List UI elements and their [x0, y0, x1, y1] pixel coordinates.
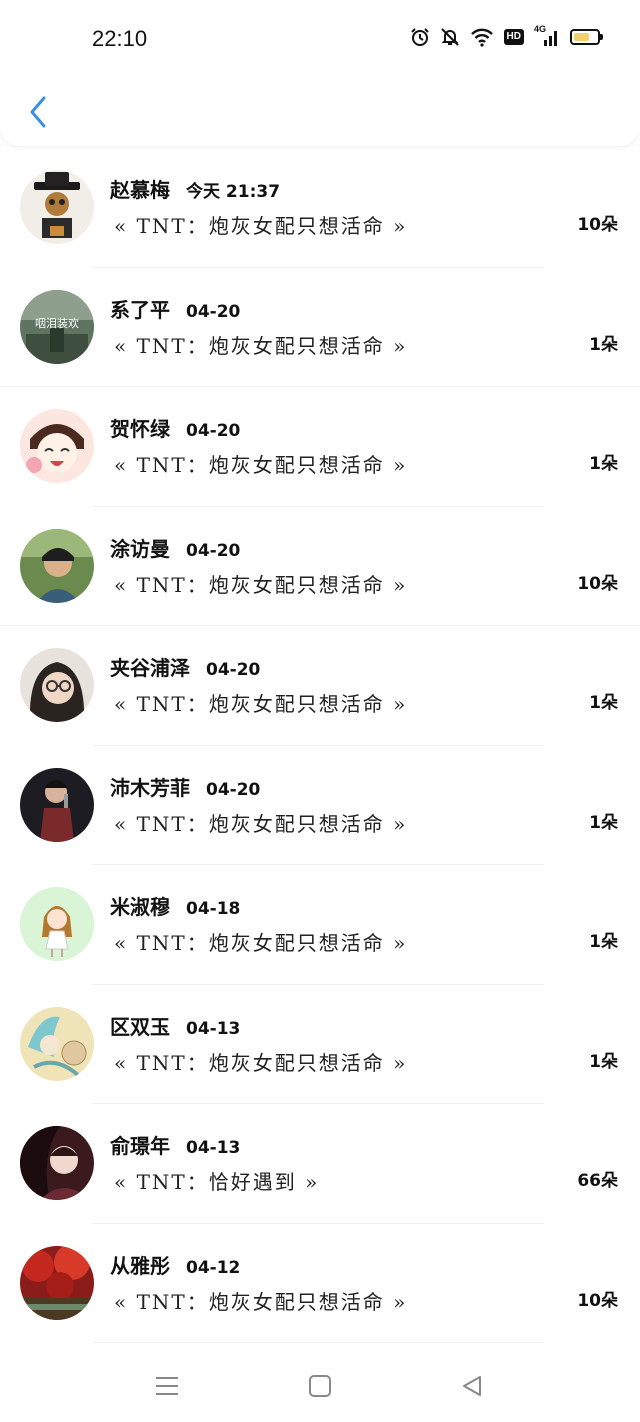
list-item[interactable]: 夹谷浦泽 04-20 « TNT：炮灰女配只想活命 » 1朵	[0, 626, 640, 746]
sender-name: 夹谷浦泽	[110, 656, 190, 680]
list-item[interactable]: 米淑穆 04-18 « TNT：炮灰女配只想活命 » 1朵	[0, 865, 640, 985]
sender-name: 米淑穆	[110, 895, 170, 919]
book-title: « TNT：炮灰女配只想活命 »	[114, 1050, 408, 1075]
gift-record-list: 赵慕梅 今天 21:37 « TNT：炮灰女配只想活命 » 10朵 咽泪装欢 系了…	[0, 148, 640, 1343]
list-item[interactable]: 沛木芳菲 04-20 « TNT：炮灰女配只想活命 » 1朵	[0, 746, 640, 866]
sender-name: 赵慕梅	[110, 178, 170, 202]
avatar[interactable]	[20, 409, 94, 483]
list-item[interactable]: 涂访曼 04-20 « TNT：炮灰女配只想活命 » 10朵	[0, 507, 640, 627]
avatar-text: 咽泪装欢	[35, 316, 79, 330]
gift-count: 10朵	[577, 1290, 618, 1311]
gift-count: 1朵	[589, 932, 618, 952]
list-item[interactable]: 从雅彤 04-12 « TNT：炮灰女配只想活命 » 10朵	[0, 1224, 640, 1344]
system-nav-bar	[0, 1350, 640, 1422]
list-item[interactable]: 贺怀绿 04-20 « TNT：炮灰女配只想活命 » 1朵	[0, 387, 640, 507]
sender-line: 系了平 04-20	[110, 294, 240, 323]
sender-name: 沛木芳菲	[110, 775, 190, 800]
avatar[interactable]	[20, 767, 94, 842]
sender-name: 系了平	[110, 297, 170, 322]
book-title: « TNT：炮灰女配只想活命 »	[114, 333, 408, 358]
avatar[interactable]	[20, 887, 94, 961]
book-title: « TNT：炮灰女配只想活命 »	[114, 572, 408, 597]
gift-count: 1朵	[589, 812, 618, 833]
book-title: « TNT：炮灰女配只想活命 »	[114, 453, 408, 477]
gift-count: 10朵	[577, 215, 618, 235]
gift-count: 1朵	[589, 693, 618, 713]
chevron-left-icon	[30, 96, 46, 128]
book-title: « TNT：恰好遇到 »	[114, 1170, 320, 1194]
gift-date: 04-20	[186, 301, 241, 322]
back-button[interactable]	[18, 90, 58, 134]
sender-line: 沛木芳菲 04-20	[110, 772, 260, 801]
sender-name: 区双玉	[110, 1014, 170, 1039]
sender-name: 贺怀绿	[110, 417, 170, 441]
list-item[interactable]: 赵慕梅 今天 21:37 « TNT：炮灰女配只想活命 » 10朵	[0, 148, 640, 268]
menu-button[interactable]	[149, 1368, 185, 1404]
sender-name: 从雅彤	[110, 1253, 170, 1278]
gift-date: 04-20	[206, 660, 261, 680]
book-title: « TNT：炮灰女配只想活命 »	[114, 214, 408, 238]
sender-name: 俞璟年	[110, 1134, 170, 1158]
gift-date: 04-13	[186, 1018, 241, 1039]
system-back-button[interactable]	[454, 1368, 490, 1404]
avatar[interactable]	[20, 528, 94, 603]
gift-count: 66朵	[577, 1171, 618, 1191]
gift-date: 04-18	[186, 899, 241, 919]
gift-date: 04-13	[186, 1138, 241, 1158]
avatar[interactable]	[20, 170, 94, 244]
header	[0, 0, 640, 146]
gift-count: 10朵	[577, 573, 618, 594]
book-title: « TNT：炮灰女配只想活命 »	[114, 811, 408, 836]
sender-line: 贺怀绿 04-20	[110, 413, 240, 442]
avatar[interactable]	[20, 648, 94, 722]
list-item[interactable]: 区双玉 04-13 « TNT：炮灰女配只想活命 » 1朵	[0, 985, 640, 1105]
sender-line: 夹谷浦泽 04-20	[110, 652, 260, 681]
sender-line: 从雅彤 04-12	[110, 1250, 240, 1279]
gift-date: 04-12	[186, 1257, 241, 1278]
gift-count: 1朵	[589, 1051, 618, 1072]
gift-date: 04-20	[186, 421, 241, 441]
list-item[interactable]: 咽泪装欢 系了平 04-20 « TNT：炮灰女配只想活命 » 1朵	[0, 268, 640, 388]
book-title: « TNT：炮灰女配只想活命 »	[114, 1289, 408, 1314]
book-title: « TNT：炮灰女配只想活命 »	[114, 931, 408, 955]
avatar[interactable]	[20, 1126, 94, 1200]
gift-count: 1朵	[589, 454, 618, 474]
gift-date: 04-20	[206, 779, 261, 800]
sender-line: 俞璟年 04-13	[110, 1130, 240, 1159]
back-triangle-icon	[463, 1376, 481, 1396]
gift-date: 今天 21:37	[186, 182, 281, 202]
list-item[interactable]: 俞璟年 04-13 « TNT：恰好遇到 » 66朵	[0, 1104, 640, 1224]
home-button[interactable]	[302, 1368, 338, 1404]
gift-date: 04-20	[186, 540, 241, 561]
sender-line: 米淑穆 04-18	[110, 891, 240, 920]
sender-line: 区双玉 04-13	[110, 1011, 240, 1040]
avatar[interactable]	[20, 1006, 94, 1081]
sender-line: 涂访曼 04-20	[110, 533, 240, 562]
gift-count: 1朵	[589, 334, 618, 355]
avatar[interactable]	[20, 1245, 94, 1320]
avatar[interactable]: 咽泪装欢	[20, 289, 94, 364]
sender-line: 赵慕梅 今天 21:37	[110, 174, 280, 203]
sender-name: 涂访曼	[110, 536, 170, 561]
home-square-icon	[309, 1375, 331, 1397]
book-title: « TNT：炮灰女配只想活命 »	[114, 692, 408, 716]
menu-icon	[156, 1377, 178, 1395]
